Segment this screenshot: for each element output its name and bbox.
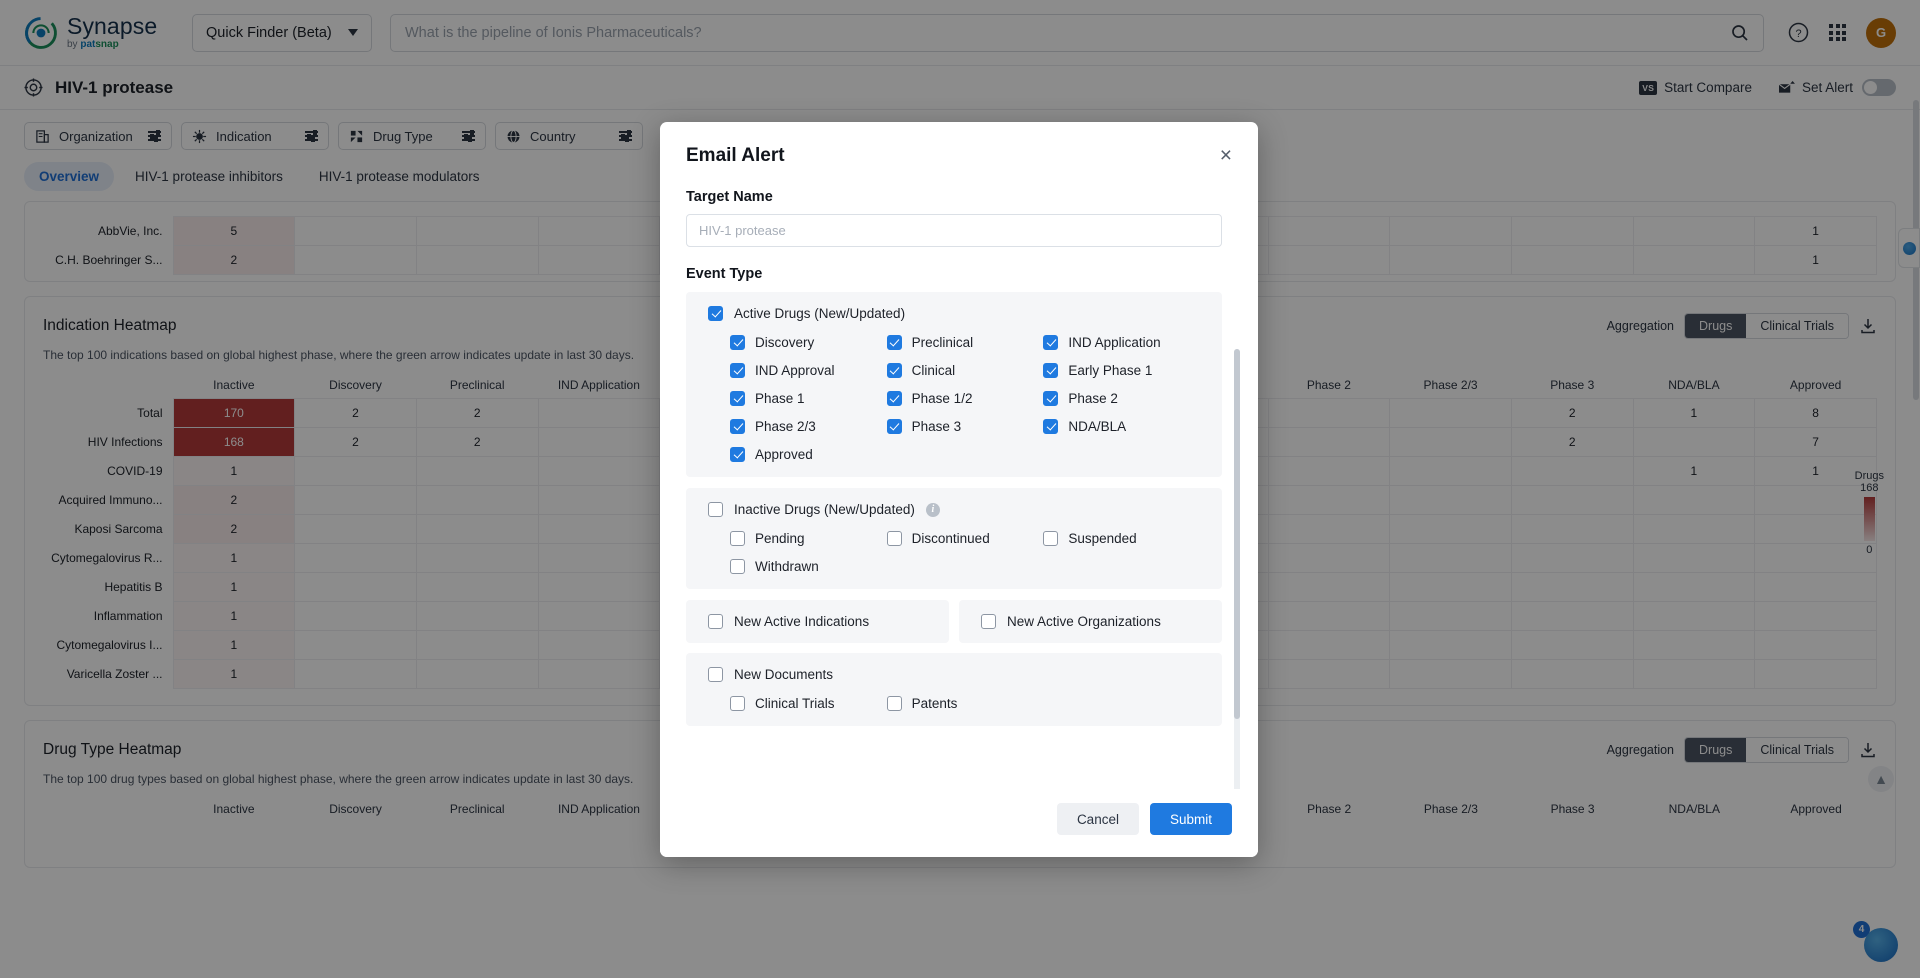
- event-type-label: Event Type: [686, 266, 763, 282]
- checkbox-ind-approval[interactable]: [730, 363, 745, 378]
- group-header-inactive-drugs[interactable]: Inactive Drugs (New/Updated) i: [708, 502, 1200, 517]
- checkbox-item-ind-approval[interactable]: IND Approval: [730, 363, 887, 378]
- close-icon[interactable]: ×: [1220, 145, 1232, 166]
- checkbox-nda-bla[interactable]: [1043, 419, 1059, 434]
- checkbox-label: Phase 2: [1068, 391, 1118, 406]
- checkbox-phase-3[interactable]: [886, 419, 902, 434]
- checkbox-item-preclinical[interactable]: Preclinical: [886, 335, 1044, 350]
- checkbox-label: Preclinical: [911, 335, 974, 350]
- checkbox-phase-1-2[interactable]: [886, 391, 902, 406]
- checkbox-label: Patents: [911, 696, 958, 711]
- checkbox-label: NDA/BLA: [1068, 419, 1127, 434]
- checkbox-grid-inactive-drugs: Pending Discontinued Suspended Withdrawn: [708, 531, 1200, 574]
- group-new-active-organizations[interactable]: New Active Organizations: [959, 600, 1222, 643]
- checkbox-item-discontinued[interactable]: Discontinued: [886, 531, 1044, 546]
- checkbox-label: Clinical Trials: [755, 696, 835, 711]
- group-header-active-drugs[interactable]: Active Drugs (New/Updated): [708, 306, 1200, 321]
- checkbox-pending[interactable]: [730, 531, 745, 546]
- checkbox-inactive-drugs[interactable]: [708, 502, 723, 517]
- checkbox-item-approved[interactable]: Approved: [730, 447, 887, 462]
- inline-group-row: New Active Indications New Active Organiz…: [686, 600, 1222, 643]
- checkbox-clinical-trials[interactable]: [730, 696, 745, 711]
- modal-body: Target Name HIV-1 protease Event Type Ac…: [660, 167, 1258, 789]
- checkbox-item-clinical-trials[interactable]: Clinical Trials: [730, 696, 887, 711]
- checkbox-label: IND Approval: [755, 363, 835, 378]
- checkbox-item-discovery[interactable]: Discovery: [730, 335, 887, 350]
- checkbox-label: Phase 1: [755, 391, 805, 406]
- checkbox-label: Discontinued: [911, 531, 990, 546]
- group-active-drugs: Active Drugs (New/Updated) Discovery Precl…: [686, 292, 1222, 477]
- modal-scrollbar-track[interactable]: [1234, 349, 1240, 789]
- group-header-new-active-indications[interactable]: New Active Indications: [708, 614, 927, 629]
- checkbox-label: IND Application: [1068, 335, 1161, 350]
- checkbox-label: Clinical: [911, 363, 956, 378]
- checkbox-suspended[interactable]: [1043, 531, 1059, 546]
- checkbox-item-early-phase-1[interactable]: Early Phase 1: [1043, 363, 1200, 378]
- checkbox-label: Approved: [755, 447, 813, 462]
- group-new-active-indications[interactable]: New Active Indications: [686, 600, 949, 643]
- checkbox-item-phase-3[interactable]: Phase 3: [886, 419, 1044, 434]
- checkbox-grid-new-documents: Clinical Trials Patents: [708, 696, 1200, 711]
- group-label: New Active Organizations: [1007, 614, 1161, 629]
- modal-header: Email Alert ×: [660, 122, 1258, 167]
- modal-scroll-area: Target Name HIV-1 protease Event Type Ac…: [686, 189, 1232, 789]
- submit-button[interactable]: Submit: [1149, 803, 1232, 835]
- checkbox-patents[interactable]: [886, 696, 902, 711]
- group-label: Inactive Drugs (New/Updated): [734, 502, 915, 517]
- checkbox-item-pending[interactable]: Pending: [730, 531, 887, 546]
- checkbox-phase-2[interactable]: [1043, 391, 1059, 406]
- checkbox-item-nda-bla[interactable]: NDA/BLA: [1043, 419, 1200, 434]
- checkbox-grid-active-drugs: Discovery Preclinical IND Application IND A…: [708, 335, 1200, 462]
- checkbox-label: Suspended: [1068, 531, 1137, 546]
- group-label: New Active Indications: [734, 614, 870, 629]
- info-icon[interactable]: i: [925, 502, 940, 517]
- checkbox-item-withdrawn[interactable]: Withdrawn: [730, 559, 887, 574]
- modal-scrollbar-thumb[interactable]: [1234, 349, 1240, 719]
- target-name-value: HIV-1 protease: [699, 223, 786, 238]
- checkbox-phase-2-3[interactable]: [730, 419, 745, 434]
- checkbox-phase-1[interactable]: [730, 391, 745, 406]
- checkbox-label: Phase 3: [911, 419, 962, 434]
- checkbox-label: Discovery: [755, 335, 815, 350]
- checkbox-early-phase-1[interactable]: [1043, 363, 1059, 378]
- checkbox-new-active-indications[interactable]: [708, 614, 723, 629]
- checkbox-item-suspended[interactable]: Suspended: [1043, 531, 1200, 546]
- checkbox-discontinued[interactable]: [886, 531, 902, 546]
- checkbox-active-drugs[interactable]: [708, 306, 723, 321]
- checkbox-item-patents[interactable]: Patents: [886, 696, 1044, 711]
- target-name-label: Target Name: [686, 189, 773, 205]
- checkbox-ind-application[interactable]: [1043, 335, 1059, 350]
- cancel-button[interactable]: Cancel: [1056, 803, 1139, 835]
- checkbox-label: Early Phase 1: [1068, 363, 1153, 378]
- group-inactive-drugs: Inactive Drugs (New/Updated) i Pending Disc…: [686, 488, 1222, 589]
- group-new-documents: New Documents Clinical Trials Patents: [686, 653, 1222, 726]
- checkbox-withdrawn[interactable]: [730, 559, 745, 574]
- group-header-new-documents[interactable]: New Documents: [708, 667, 1200, 682]
- email-alert-modal: Email Alert × Target Name HIV-1 protease…: [660, 122, 1258, 857]
- modal-footer: Cancel Submit: [660, 789, 1258, 857]
- checkbox-new-active-organizations[interactable]: [981, 614, 996, 629]
- checkbox-approved[interactable]: [730, 447, 745, 462]
- checkbox-item-phase-1[interactable]: Phase 1: [730, 391, 887, 406]
- group-label: Active Drugs (New/Updated): [734, 306, 906, 321]
- modal-title: Email Alert: [686, 145, 785, 166]
- target-name-input[interactable]: HIV-1 protease: [686, 214, 1222, 247]
- checkbox-preclinical[interactable]: [886, 335, 902, 350]
- checkbox-label: Pending: [755, 531, 805, 546]
- checkbox-discovery[interactable]: [730, 335, 745, 350]
- checkbox-clinical[interactable]: [886, 363, 902, 378]
- checkbox-label: Withdrawn: [755, 559, 819, 574]
- checkbox-item-phase-2[interactable]: Phase 2: [1043, 391, 1200, 406]
- group-header-new-active-organizations[interactable]: New Active Organizations: [981, 614, 1200, 629]
- checkbox-item-clinical[interactable]: Clinical: [886, 363, 1044, 378]
- checkbox-label: Phase 1/2: [911, 391, 973, 406]
- checkbox-label: Phase 2/3: [755, 419, 816, 434]
- checkbox-item-phase-1-2[interactable]: Phase 1/2: [886, 391, 1044, 406]
- checkbox-item-phase-2-3[interactable]: Phase 2/3: [730, 419, 887, 434]
- group-label: New Documents: [734, 667, 834, 682]
- checkbox-item-ind-application[interactable]: IND Application: [1043, 335, 1200, 350]
- checkbox-new-documents[interactable]: [708, 667, 723, 682]
